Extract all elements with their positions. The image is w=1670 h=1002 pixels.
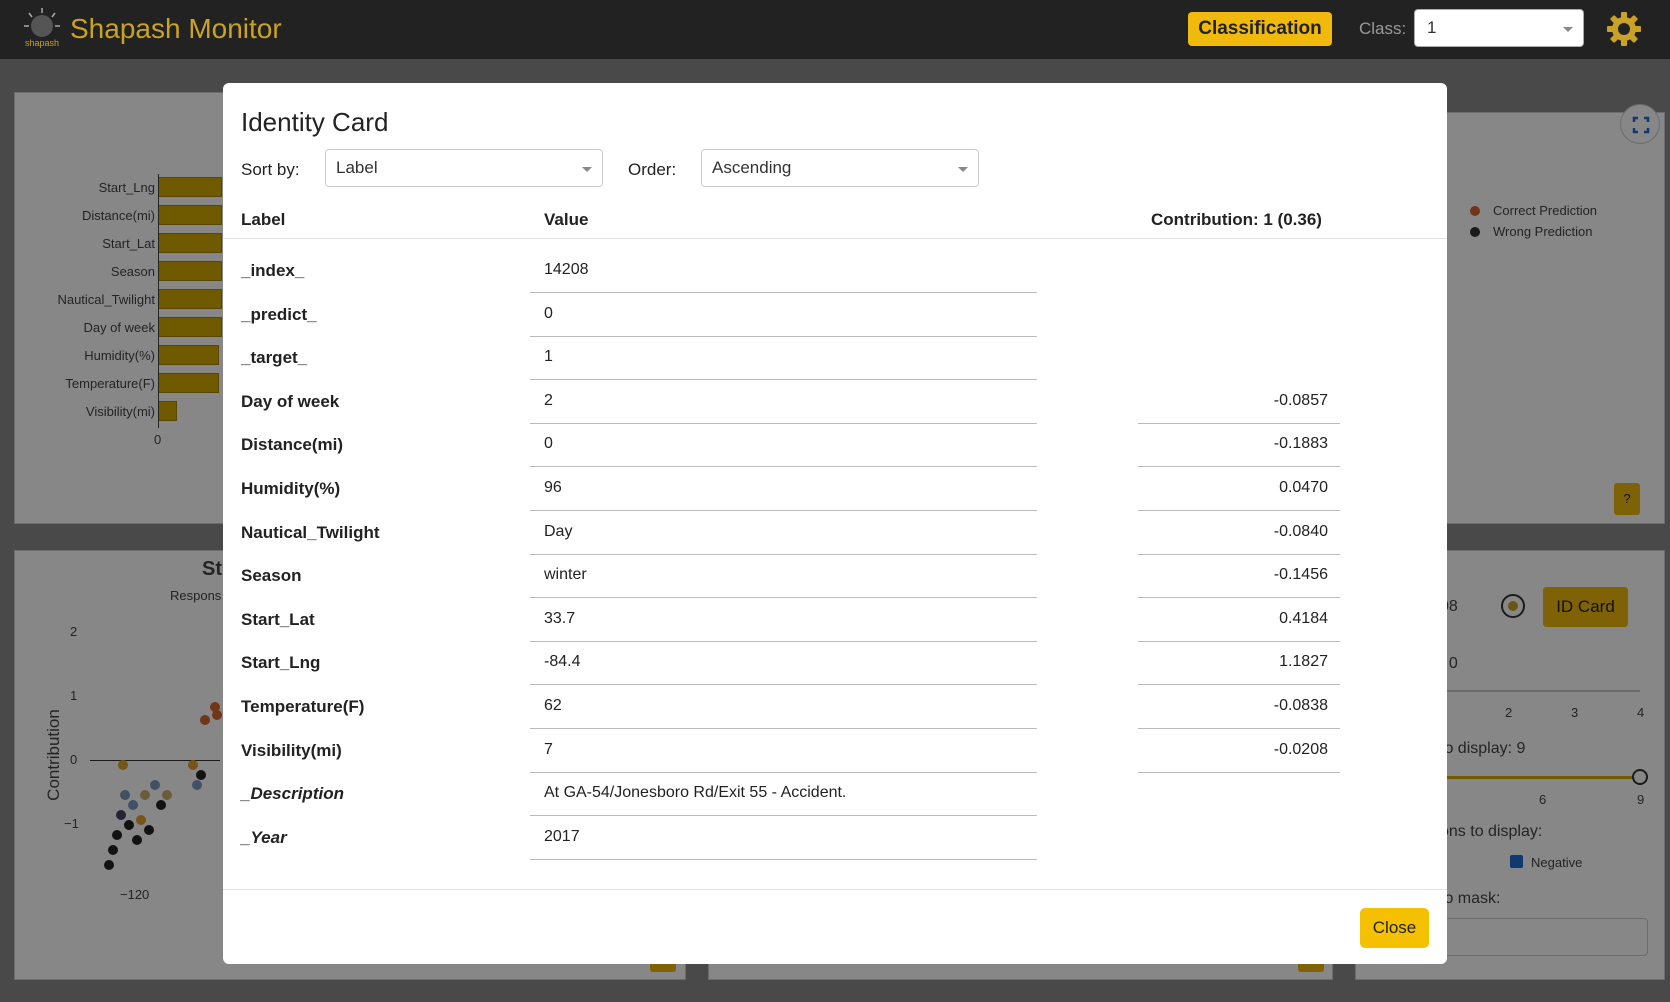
sort-by-select[interactable]: Label [325,149,603,187]
shapash-logo-icon: shapash [24,8,60,48]
table-row: Start_Lng -84.4 1.1827 [223,641,1447,686]
table-row: Season winter -0.1456 [223,554,1447,599]
row-label: Humidity(%) [241,479,341,498]
row-label: Visibility(mi) [241,740,342,760]
chevron-down-icon [958,167,968,172]
class-label: Class: [1359,19,1407,38]
table-row: _Description At GA-54/Jonesboro Rd/Exit 5… [223,772,1447,817]
row-value: At GA-54/Jonesboro Rd/Exit 55 - Accident… [530,772,1037,817]
table-row: _predict_ 0 [223,293,1447,337]
row-label: Nautical_Twilight [241,522,380,542]
modal-title: Identity Card [241,107,389,137]
row-value: 0 [530,293,1037,337]
chevron-down-icon [582,167,592,172]
modal-footer: Close [223,889,1447,964]
row-contribution: -0.1456 [1138,554,1340,599]
row-value: 2017 [530,816,1037,860]
table-row: Day of week 2 -0.0857 [223,380,1447,424]
row-value: winter [530,554,1037,599]
row-contribution: -0.0840 [1138,511,1340,555]
identity-card-modal: Identity Card Sort by: Label Order: Asce… [223,83,1447,964]
chevron-down-icon [1563,27,1573,32]
table-row: _target_ 1 [223,336,1447,381]
table-row: Visibility(mi) 7 -0.0208 [223,729,1447,773]
close-button[interactable]: Close [1360,908,1429,948]
gear-icon[interactable] [1605,10,1643,48]
row-value: 62 [530,685,1037,729]
row-label: Distance(mi) [241,435,344,455]
navbar: shapash Shapash Monitor Classification C… [0,0,1670,59]
order-value: Ascending [712,158,792,177]
table-row: Distance(mi) 0 -0.1883 [223,423,1447,468]
table-row: _Year 2017 [223,816,1447,860]
row-value: -84.4 [530,641,1037,686]
row-label: Day of week [241,391,340,411]
row-value: 2 [530,380,1037,424]
row-contribution: -0.0838 [1138,685,1340,729]
class-select-value: 1 [1427,18,1437,37]
row-value: 96 [530,467,1037,511]
sort-by-label: Sort by: [241,160,300,179]
row-label: _target_ [241,348,308,368]
row-contribution: 0.4184 [1138,598,1340,642]
row-value: 1 [530,336,1037,381]
row-label: Temperature(F) [241,697,365,716]
app-title: Shapash Monitor [70,13,282,44]
table-row: Temperature(F) 62 -0.0838 [223,685,1447,729]
classification-button[interactable]: Classification [1188,12,1332,46]
row-label: Start_Lng [241,653,321,673]
row-label: _predict_ [241,304,317,324]
column-contribution: Contribution: 1 (0.36) [1151,210,1322,229]
row-contribution: -0.0857 [1138,380,1340,424]
row-value: 14208 [530,249,1037,293]
column-label: Label [241,210,286,229]
row-contribution: -0.1883 [1138,423,1340,468]
table-row: Nautical_Twilight Day -0.0840 [223,511,1447,555]
order-select[interactable]: Ascending [701,149,979,187]
row-label: Season [241,566,302,586]
row-label: _index_ [241,261,305,280]
row-value: 0 [530,423,1037,468]
row-value: 7 [530,729,1037,773]
row-value: Day [530,511,1037,555]
table-row: _index_ 14208 [223,249,1447,293]
class-select[interactable]: 1 [1414,9,1584,47]
logo-text: shapash [25,38,59,48]
table-row: Humidity(%) 96 0.0470 [223,467,1447,511]
order-label: Order: [628,160,677,179]
row-contribution: 1.1827 [1138,641,1340,686]
row-contribution: 0.0470 [1138,467,1340,511]
row-contribution: -0.0208 [1138,729,1340,773]
table-row: Start_Lat 33.7 0.4184 [223,598,1447,642]
column-value: Value [544,210,589,229]
row-label: _Year [241,827,287,847]
row-label: Start_Lat [241,609,315,629]
sort-by-value: Label [336,158,378,177]
row-value: 33.7 [530,598,1037,642]
table-header: Label Value Contribution: 1 (0.36) [223,201,1447,239]
row-label: _Description [241,784,344,804]
